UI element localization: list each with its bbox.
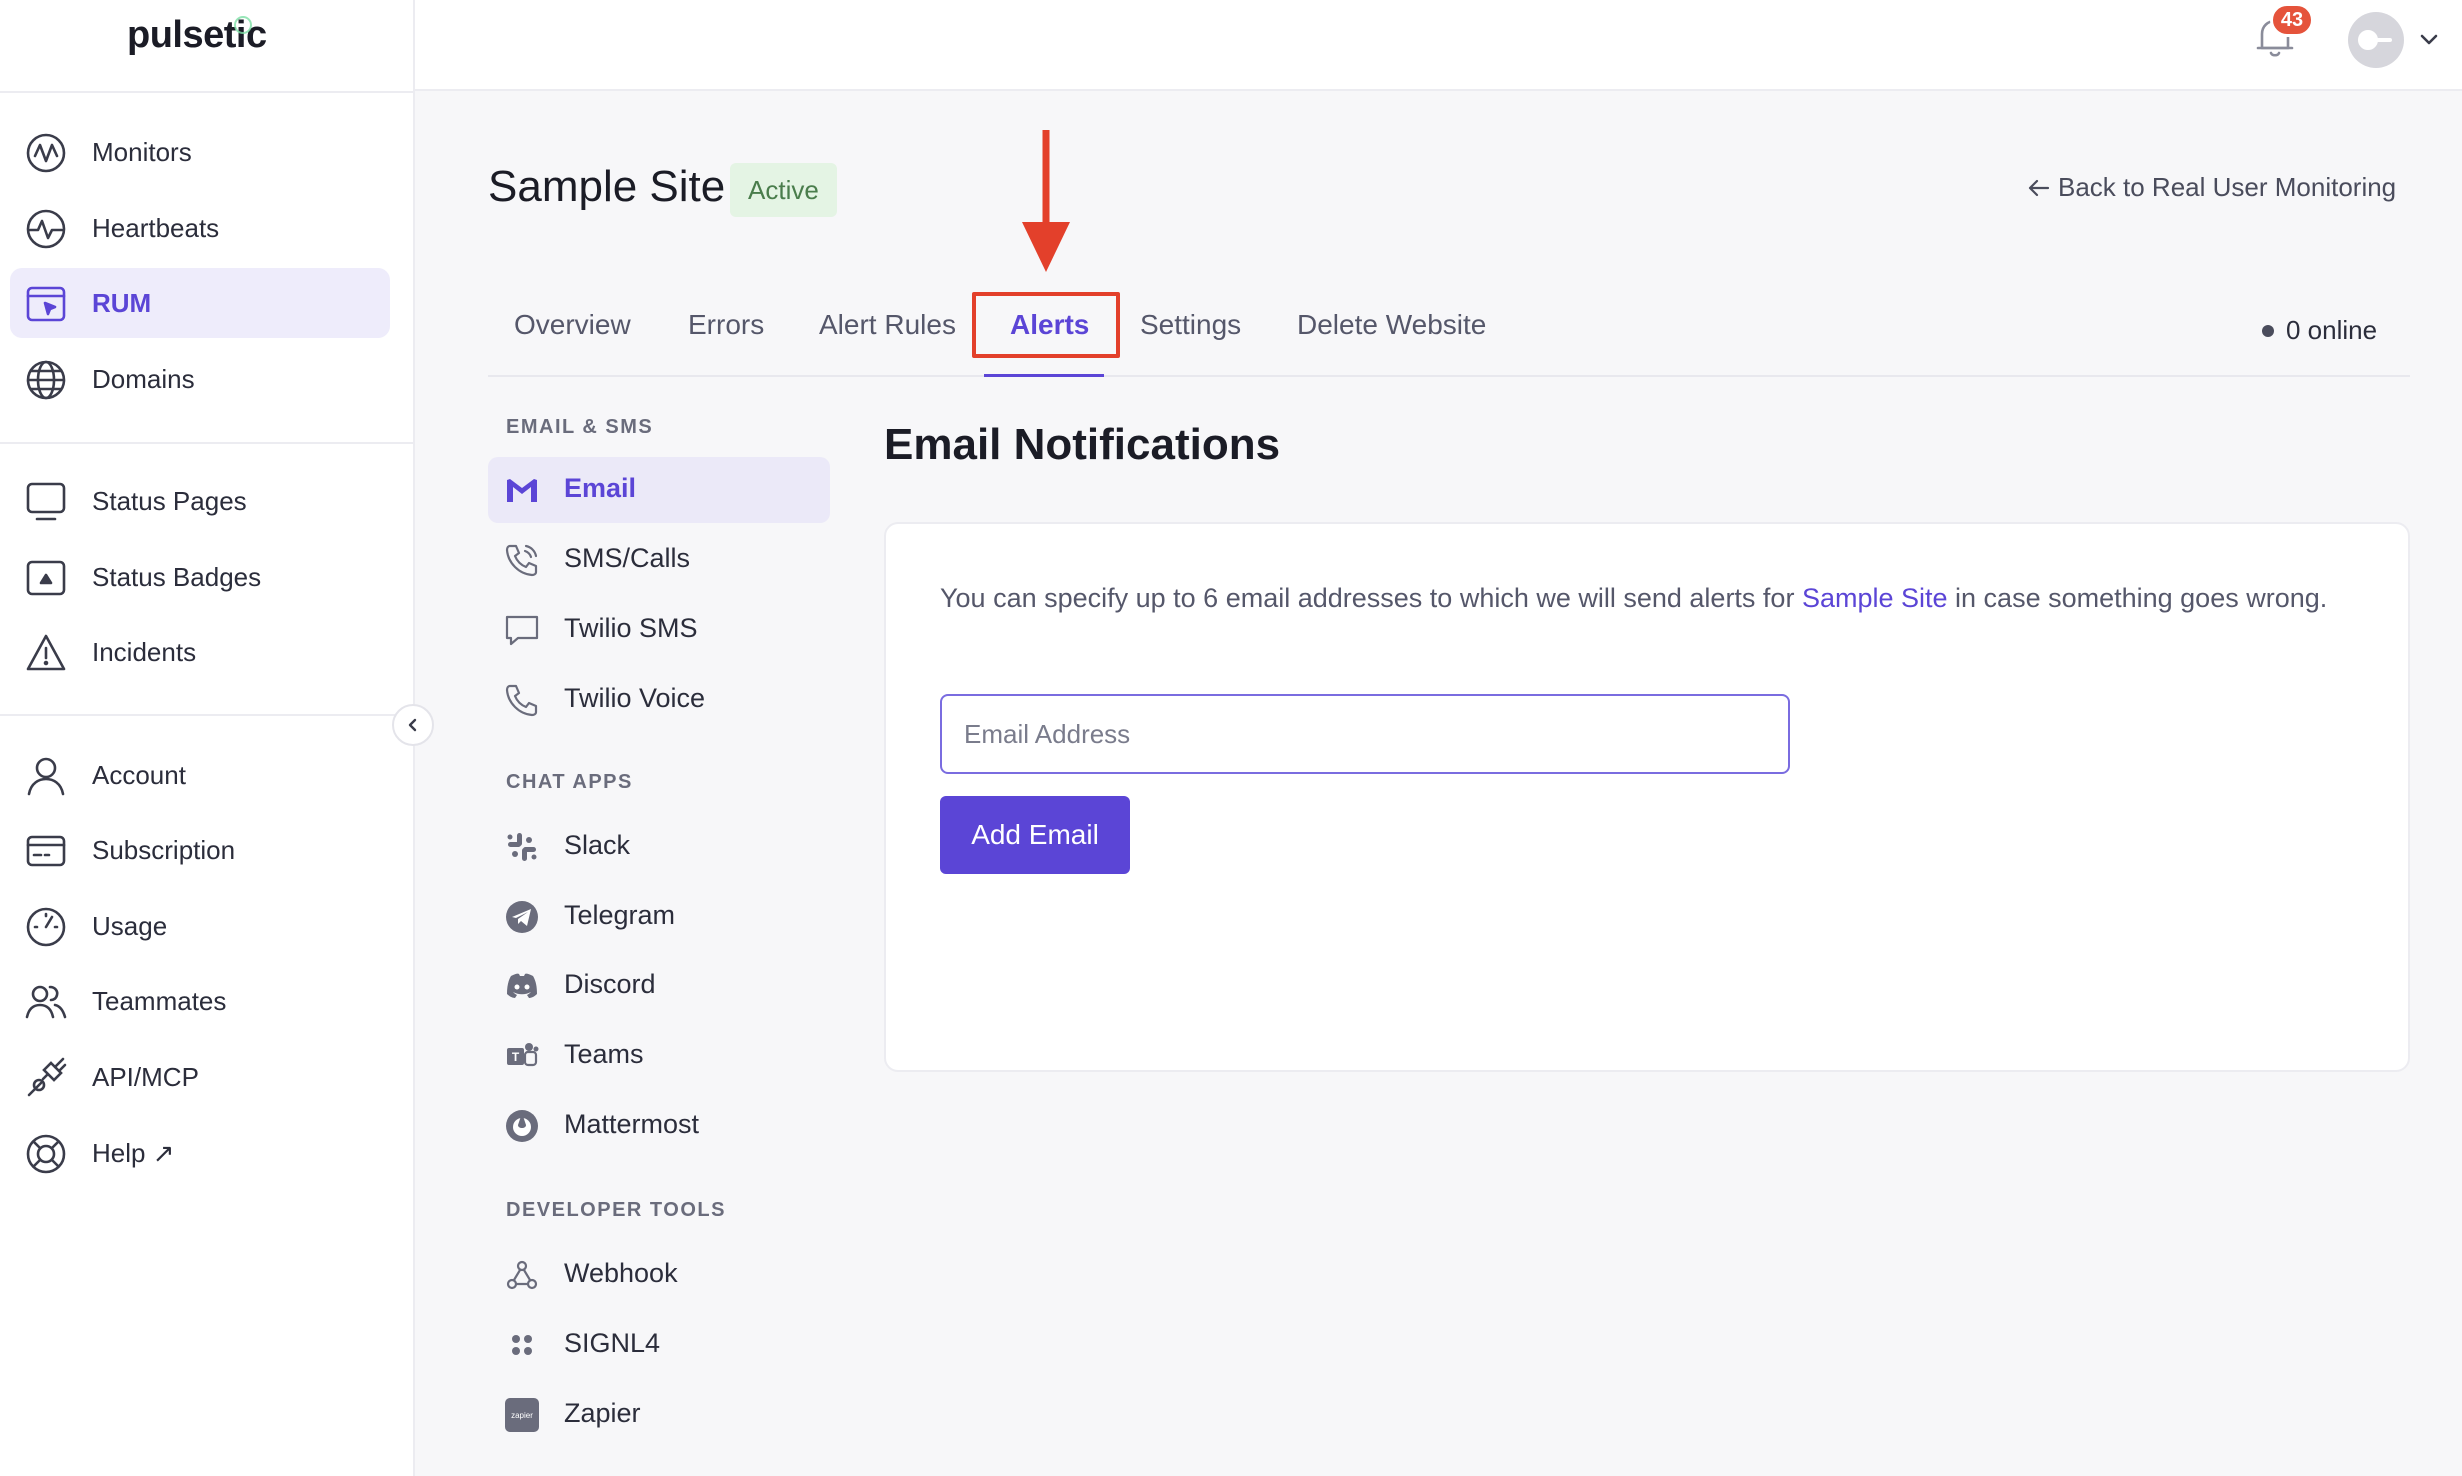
chat-bubble-icon — [505, 615, 539, 646]
sidebar-item-usage[interactable]: Usage — [10, 891, 390, 961]
annotation-arrow-down-icon — [1022, 130, 1070, 272]
back-link-label: Back to Real User Monitoring — [2058, 172, 2397, 202]
channel-email[interactable]: Email — [488, 457, 830, 523]
sidebar-item-domains[interactable]: Domains — [10, 344, 390, 414]
sidebar-item-subscription[interactable]: Subscription — [10, 815, 390, 885]
globe-icon — [26, 360, 66, 400]
sidebar-item-account[interactable]: Account — [10, 740, 390, 810]
sidebar-item-api-mcp[interactable]: API/MCP — [10, 1042, 390, 1112]
channel-mattermost[interactable]: Mattermost — [488, 1093, 830, 1159]
rum-icon — [26, 286, 66, 322]
channel-twilio-sms[interactable]: Twilio SMS — [488, 597, 830, 663]
user-avatar-icon — [2358, 30, 2392, 50]
sidebar: pulsetic Monitors Heartbeats RUM Domains… — [0, 0, 415, 1476]
sidebar-item-teammates[interactable]: Teammates — [10, 966, 390, 1036]
svg-text:T: T — [512, 1050, 520, 1064]
zapier-icon: zapier — [505, 1398, 539, 1432]
sidebar-item-rum[interactable]: RUM — [10, 268, 390, 338]
users-icon — [25, 985, 67, 1019]
sidebar-item-incidents[interactable]: Incidents — [10, 617, 390, 687]
tab-overview[interactable]: Overview — [514, 309, 631, 341]
notification-count-badge: 43 — [2270, 3, 2314, 37]
tab-errors[interactable]: Errors — [688, 309, 764, 341]
collapse-sidebar-button[interactable] — [392, 704, 434, 746]
channel-telegram[interactable]: Telegram — [488, 884, 830, 950]
channel-zapier[interactable]: zapier Zapier — [488, 1382, 830, 1448]
card-icon — [26, 835, 66, 867]
channel-twilio-voice[interactable]: Twilio Voice — [488, 667, 830, 733]
phone-icon — [505, 684, 538, 717]
tab-delete-website[interactable]: Delete Website — [1297, 309, 1486, 341]
warning-icon — [26, 634, 66, 671]
plug-icon — [27, 1057, 67, 1097]
app-logo[interactable]: pulsetic — [127, 14, 267, 57]
online-count: 0 online — [2286, 315, 2378, 345]
section-title: Email Notifications — [884, 420, 1281, 469]
tab-alert-rules[interactable]: Alert Rules — [819, 309, 956, 341]
email-address-input[interactable] — [940, 694, 1790, 774]
chevron-left-icon — [408, 718, 417, 732]
sidebar-item-help[interactable]: Help ↗ — [10, 1118, 390, 1188]
gauge-icon — [26, 907, 66, 947]
heartbeat-icon — [26, 209, 66, 249]
telegram-icon — [506, 901, 538, 933]
channel-sms-calls[interactable]: SMS/Calls — [488, 527, 830, 593]
channel-teams[interactable]: T Teams — [488, 1023, 830, 1089]
monitor-screen-icon — [26, 482, 66, 521]
channel-discord[interactable]: Discord — [488, 953, 830, 1019]
channel-slack[interactable]: Slack — [488, 814, 830, 880]
user-icon — [27, 757, 65, 796]
channel-signl4[interactable]: SIGNL4 — [488, 1312, 830, 1378]
section-email-sms: EMAIL & SMS — [506, 416, 654, 438]
sidebar-item-heartbeats[interactable]: Heartbeats — [10, 193, 390, 263]
online-dot-icon — [2262, 324, 2274, 337]
avatar[interactable] — [2348, 12, 2404, 68]
svg-text:zapier: zapier — [511, 1411, 533, 1420]
sidebar-item-status-pages[interactable]: Status Pages — [10, 466, 390, 536]
signl4-icon — [512, 1335, 532, 1355]
tab-settings[interactable]: Settings — [1140, 309, 1241, 341]
lifebuoy-icon — [26, 1134, 66, 1174]
teams-icon: T — [507, 1043, 539, 1067]
sidebar-item-status-badges[interactable]: Status Badges — [10, 542, 390, 612]
site-name-link[interactable]: Sample Site — [1802, 583, 1948, 613]
phone-calls-icon — [505, 544, 538, 577]
section-chat-apps: CHAT APPS — [506, 771, 633, 793]
page-title: Sample Site — [488, 162, 726, 211]
badge-icon — [26, 560, 66, 596]
back-link[interactable]: Back to Real User Monitoring — [2028, 172, 2396, 203]
gmail-icon — [507, 479, 537, 502]
chevron-down-icon[interactable] — [2418, 28, 2440, 50]
webhook-icon — [506, 1260, 538, 1290]
sidebar-item-monitors[interactable]: Monitors — [10, 117, 390, 187]
active-tab-indicator — [984, 374, 1104, 377]
top-bar — [415, 0, 2462, 91]
mattermost-icon — [506, 1110, 538, 1142]
discord-icon — [507, 973, 537, 998]
site-tabs: Overview Errors Alert Rules Alerts Setti… — [488, 285, 2410, 377]
online-indicator: 0 online — [2262, 315, 2377, 346]
add-email-button[interactable]: Add Email — [940, 796, 1130, 874]
card-description: You can specify up to 6 email addresses … — [940, 583, 2328, 613]
slack-icon — [507, 833, 537, 861]
arrow-left-icon — [2028, 179, 2050, 196]
status-badge: Active — [730, 163, 837, 217]
monitors-icon — [26, 133, 66, 173]
email-notifications-card: You can specify up to 6 email addresses … — [884, 522, 2410, 1072]
channel-webhook[interactable]: Webhook — [488, 1242, 830, 1308]
section-developer-tools: DEVELOPER TOOLS — [506, 1199, 726, 1221]
annotation-highlight-box — [972, 292, 1120, 358]
